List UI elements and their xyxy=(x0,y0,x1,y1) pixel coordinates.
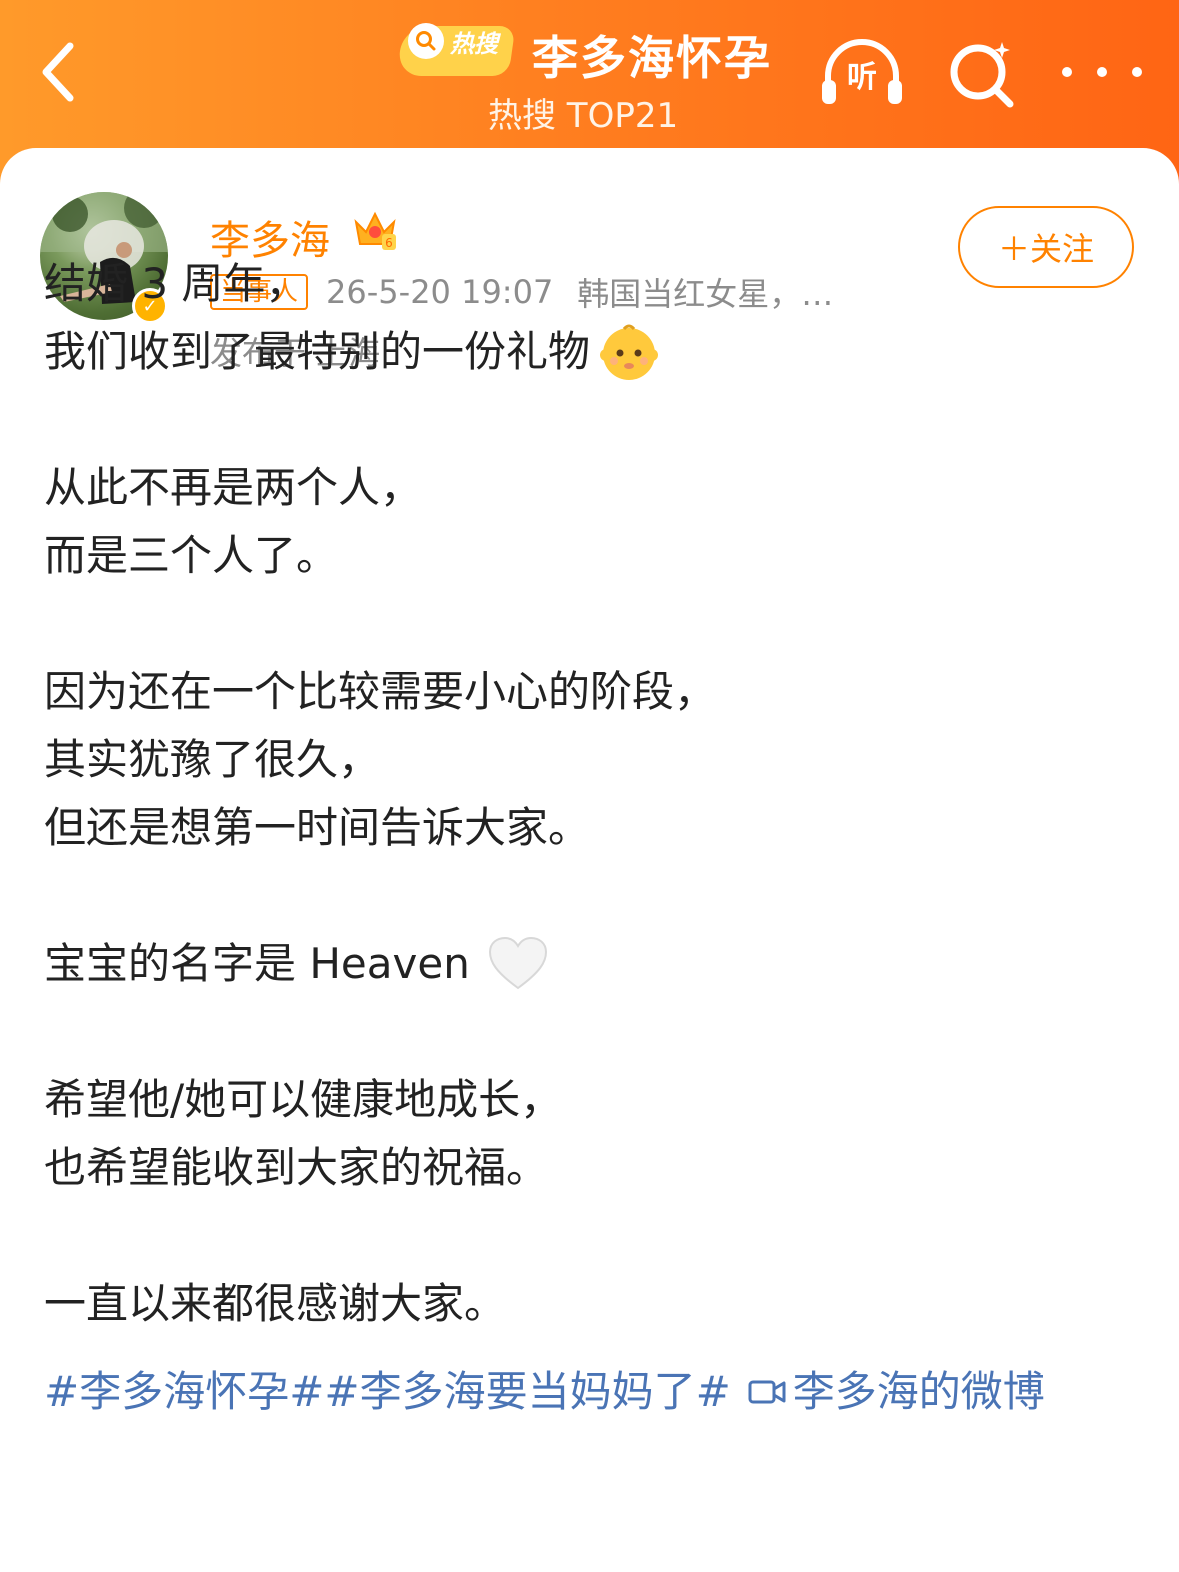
post-body: 结婚 3 周年， 我们收到了最特别的一份礼物 从此不再是两个人， 而是三个人了。… xyxy=(44,250,1144,1338)
post-line: 其实犹豫了很久， xyxy=(44,735,381,784)
svg-text:6: 6 xyxy=(385,236,393,250)
hashtag-link[interactable]: #李多海怀孕# xyxy=(44,1362,324,1422)
search-icon xyxy=(950,42,1014,108)
post-line: 但还是想第一时间告诉大家。 xyxy=(44,803,591,852)
hot-search-label: 热搜 xyxy=(450,29,498,58)
post-line: 希望他/她可以健康地成长， xyxy=(44,1075,563,1124)
post-line: 宝宝的名字是 Heaven xyxy=(44,939,470,988)
screen: 热搜 李多海怀孕 热搜 TOP21 听 ✓ 李多海 6 当事人 26-5-20 … xyxy=(0,0,1179,1572)
white-heart-emoji-icon xyxy=(488,936,547,990)
back-button[interactable] xyxy=(26,36,90,108)
listen-button[interactable]: 听 xyxy=(818,36,906,112)
topic-title-group: 热搜 李多海怀孕 热搜 TOP21 xyxy=(396,16,800,136)
hashtag-link[interactable]: #李多海要当妈妈了# xyxy=(324,1362,730,1422)
post-line: 而是三个人了。 xyxy=(44,531,339,580)
post-line: 也希望能收到大家的祝福。 xyxy=(44,1143,549,1192)
hot-search-icon xyxy=(408,23,444,59)
search-button[interactable] xyxy=(944,36,1024,112)
page-title: 李多海怀孕 xyxy=(532,31,772,85)
source-weibo-link[interactable]: 李多海的微博 xyxy=(747,1362,1045,1422)
listen-label: 听 xyxy=(847,60,877,95)
back-arrow-icon xyxy=(42,42,74,102)
video-icon xyxy=(748,1380,786,1404)
baby-emoji-icon xyxy=(600,324,659,380)
crown-icon[interactable]: 6 xyxy=(352,208,398,252)
post-line: 因为还在一个比较需要小心的阶段， xyxy=(44,667,717,716)
more-dots-icon xyxy=(1062,67,1072,77)
source-link-label: 李多海的微博 xyxy=(792,1367,1045,1416)
topic-rank: 热搜 TOP21 xyxy=(488,96,679,136)
post-line: 结婚 3 周年， xyxy=(44,259,308,308)
post-line: 一直以来都很感谢大家。 xyxy=(44,1279,507,1328)
more-options-button[interactable] xyxy=(1062,48,1142,96)
post-line: 我们收到了最特别的一份礼物 xyxy=(44,327,591,376)
hashtag-row: #李多海怀孕# #李多海要当妈妈了# 李多海的微博 xyxy=(44,1362,1164,1422)
post-line: 从此不再是两个人， xyxy=(44,463,423,512)
